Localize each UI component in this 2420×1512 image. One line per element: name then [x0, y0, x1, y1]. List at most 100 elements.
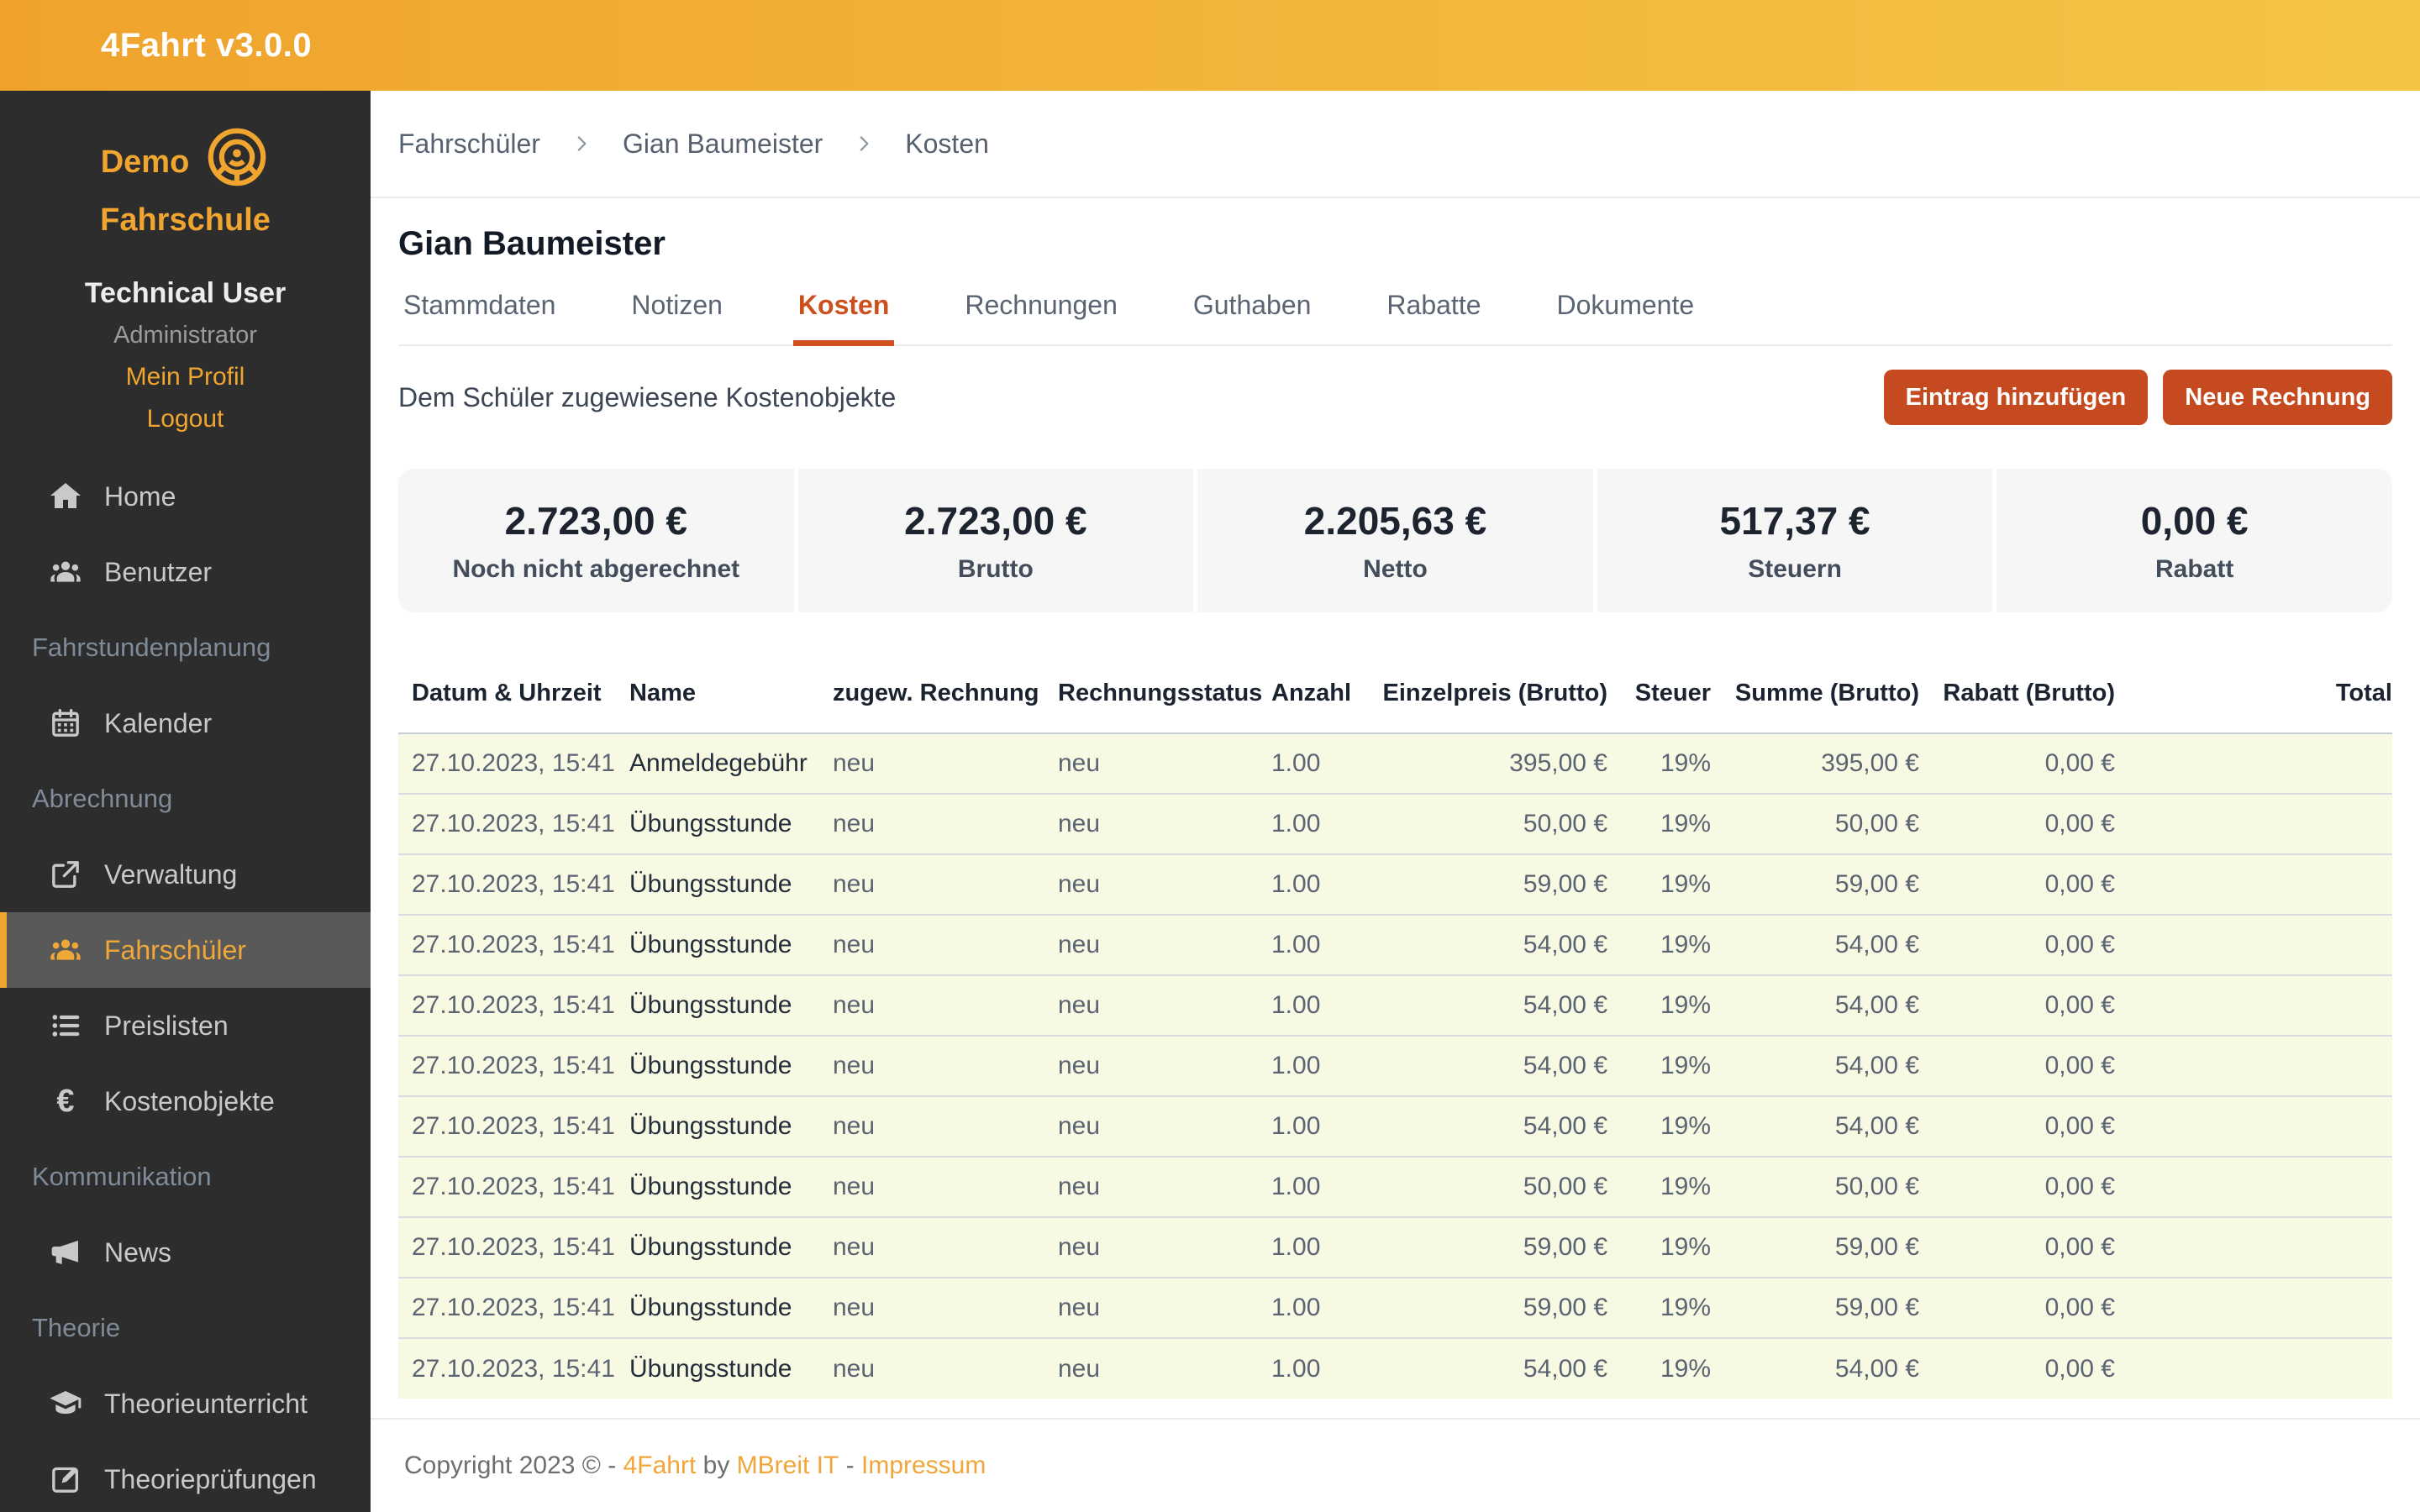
cell-status: neu — [1058, 914, 1271, 975]
cell-tax: 19% — [1607, 914, 1711, 975]
cell-qty: 1.00 — [1271, 793, 1364, 854]
cell-status: neu — [1058, 1216, 1271, 1278]
table-row[interactable]: 27.10.2023, 15:41 Übungsstunde neu neu 1.00 5… — [398, 1035, 2392, 1096]
user-name: Technical User — [84, 277, 287, 309]
sidebar-item-preislisten[interactable]: Preislisten — [0, 988, 371, 1063]
cell-sum: 50,00 € — [1711, 793, 1919, 854]
cell-status: neu — [1058, 1277, 1271, 1338]
cell-datetime: 27.10.2023, 15:41 — [398, 733, 629, 794]
tab-rechnungen[interactable]: Rechnungen — [960, 290, 1122, 344]
cell-total: 59,00 € — [2115, 1277, 2392, 1338]
cell-unit_price: 50,00 € — [1364, 793, 1607, 854]
sidebar-item-news[interactable]: News — [0, 1215, 371, 1290]
sidebar-item-verwaltung[interactable]: Verwaltung — [0, 837, 371, 912]
calendar-icon — [47, 706, 84, 740]
footer: Copyright 2023 © - 4Fahrt by MBreit IT -… — [371, 1418, 2420, 1512]
summary-value: 2.723,00 € — [904, 498, 1087, 543]
sidebar-item-kostenobjekte[interactable]: € Kostenobjekte — [0, 1063, 371, 1139]
copyright-text: Copyright 2023 © - — [404, 1452, 623, 1479]
table-row[interactable]: 27.10.2023, 15:41 Übungsstunde neu neu 1.00 5… — [398, 793, 2392, 854]
breadcrumb-item-1[interactable]: Fahrschüler — [398, 129, 540, 160]
toolbar: Dem Schüler zugewiesene Kostenobjekte Ei… — [398, 370, 2392, 425]
sidebar-menu: Home Benutzer Fahrstundenplanung Kalender Ab… — [0, 459, 371, 1512]
cell-status: neu — [1058, 1035, 1271, 1096]
cell-sum: 54,00 € — [1711, 1095, 1919, 1157]
cell-name: Übungsstunde — [629, 974, 833, 1036]
add-entry-button[interactable]: Eintrag hinzufügen — [1883, 370, 2149, 425]
new-invoice-button[interactable]: Neue Rechnung — [2163, 370, 2392, 425]
footer-app-link[interactable]: 4Fahrt — [623, 1452, 697, 1480]
cell-unit_price: 50,00 € — [1364, 1156, 1607, 1217]
sidebar-item-label: Fahrschüler — [104, 934, 246, 965]
sidebar-item-benutzer[interactable]: Benutzer — [0, 534, 371, 610]
cell-status: neu — [1058, 1337, 1271, 1399]
list-icon — [47, 1009, 84, 1042]
summary-card-1: 2.723,00 € Noch nicht abgerechnet — [398, 469, 794, 612]
cell-tax: 19% — [1607, 793, 1711, 854]
column-header: Steuer — [1607, 638, 1711, 734]
table-row[interactable]: 27.10.2023, 15:41 Übungsstunde neu neu 1.00 5… — [398, 914, 2392, 975]
column-header: Einzelpreis (Brutto) — [1364, 638, 1607, 734]
cell-tax: 19% — [1607, 974, 1711, 1036]
sidebar-section-kommunikation: Kommunikation — [32, 1162, 212, 1191]
tab-dokumente[interactable]: Dokumente — [1552, 290, 1700, 344]
tab-rabatte[interactable]: Rabatte — [1381, 290, 1486, 344]
column-header: Summe (Brutto) — [1711, 638, 1919, 734]
cell-total: 50,00 € — [2115, 793, 2392, 854]
cell-tax: 19% — [1607, 1216, 1711, 1278]
summary-label: Noch nicht abgerechnet — [452, 554, 740, 583]
breadcrumb-item-2[interactable]: Gian Baumeister — [623, 129, 823, 160]
logout-link[interactable]: Logout — [0, 405, 371, 433]
cell-discount: 0,00 € — [1919, 793, 2115, 854]
tab-guthaben[interactable]: Guthaben — [1188, 290, 1317, 344]
top-bar: 4Fahrt v3.0.0 — [0, 0, 2420, 91]
table-row[interactable]: 27.10.2023, 15:41 Anmeldegebühr neu neu 1.00… — [398, 733, 2392, 794]
cell-status: neu — [1058, 733, 1271, 794]
cell-unit_price: 54,00 € — [1364, 1337, 1607, 1399]
column-header: Rabatt (Brutto) — [1919, 638, 2115, 734]
cell-total: 54,00 € — [2115, 1095, 2392, 1157]
cell-discount: 0,00 € — [1919, 1095, 2115, 1157]
tab-notizen[interactable]: Notizen — [626, 290, 728, 344]
euro-icon: € — [56, 1084, 75, 1119]
summary-label: Netto — [1363, 554, 1428, 583]
footer-imprint-link[interactable]: Impressum — [861, 1452, 986, 1480]
app-title: 4Fahrt v3.0.0 — [101, 26, 313, 64]
cell-sum: 59,00 € — [1711, 1277, 1919, 1338]
cell-name: Übungsstunde — [629, 853, 833, 915]
sidebar-item-kalender[interactable]: Kalender — [0, 685, 371, 761]
tab-stammdaten[interactable]: Stammdaten — [398, 290, 560, 344]
footer-company-link[interactable]: MBreit IT — [737, 1452, 839, 1480]
sidebar-item-label: Kostenobjekte — [104, 1085, 275, 1116]
cell-sum: 54,00 € — [1711, 914, 1919, 975]
table-row[interactable]: 27.10.2023, 15:41 Übungsstunde neu neu 1.00 5… — [398, 1095, 2392, 1157]
sidebar-item-home[interactable]: Home — [0, 459, 371, 534]
table-row[interactable]: 27.10.2023, 15:41 Übungsstunde neu neu 1.00 5… — [398, 1156, 2392, 1217]
table-row[interactable]: 27.10.2023, 15:41 Übungsstunde neu neu 1.00 5… — [398, 853, 2392, 915]
school-logo[interactable]: Demo Fahrschule — [0, 124, 371, 240]
table-row[interactable]: 27.10.2023, 15:41 Übungsstunde neu neu 1.00 5… — [398, 1216, 2392, 1278]
table-row[interactable]: 27.10.2023, 15:41 Übungsstunde neu neu 1.00 5… — [398, 974, 2392, 1036]
sidebar-item-label: Preislisten — [104, 1010, 229, 1041]
cell-unit_price: 59,00 € — [1364, 1277, 1607, 1338]
summary-card-2: 2.723,00 € Brutto — [797, 469, 1194, 612]
table-row[interactable]: 27.10.2023, 15:41 Übungsstunde neu neu 1.00 5… — [398, 1337, 2392, 1399]
table-row[interactable]: 27.10.2023, 15:41 Übungsstunde neu neu 1.00 5… — [398, 1277, 2392, 1338]
summary-card-3: 2.205,63 € Netto — [1197, 469, 1593, 612]
sidebar-item-label: News — [104, 1236, 172, 1268]
sidebar-item-fahrschüler[interactable]: Fahrschüler — [0, 912, 371, 988]
cell-invoice: neu — [833, 974, 1058, 1036]
tab-kosten[interactable]: Kosten — [792, 290, 895, 346]
sidebar-item-theorieprüfungen[interactable]: Theorieprüfungen — [0, 1441, 371, 1512]
my-profile-link[interactable]: Mein Profil — [0, 363, 371, 391]
sidebar-item-theorieunterricht[interactable]: Theorieunterricht — [0, 1366, 371, 1441]
cell-tax: 19% — [1607, 1035, 1711, 1096]
column-header: Name — [629, 638, 833, 734]
cell-datetime: 27.10.2023, 15:41 — [398, 793, 629, 854]
cell-name: Übungsstunde — [629, 1216, 833, 1278]
cell-sum: 59,00 € — [1711, 1216, 1919, 1278]
cell-name: Übungsstunde — [629, 1035, 833, 1096]
cell-invoice: neu — [833, 853, 1058, 915]
sidebar-section-theorie: Theorie — [32, 1313, 121, 1342]
home-icon — [47, 480, 84, 513]
